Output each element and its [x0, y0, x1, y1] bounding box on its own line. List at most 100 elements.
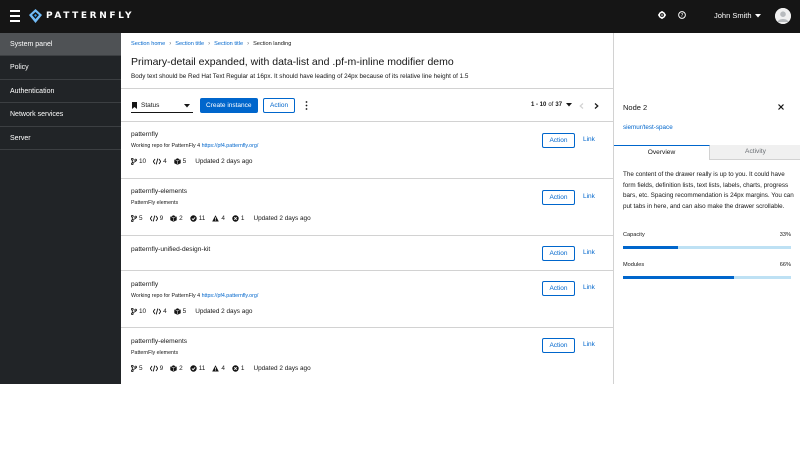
avatar[interactable] [775, 8, 791, 24]
data-list: patternfly Working repo for PatternFly 4… [121, 121, 613, 384]
status-select-label: Status [141, 101, 160, 109]
branch-count: 5 [139, 365, 143, 372]
cubes-icon [173, 308, 183, 315]
close-icon[interactable] [778, 104, 784, 110]
capacity-value: 33% [779, 232, 791, 238]
cubes-count: 2 [179, 365, 183, 372]
modules-progress-bar [623, 276, 791, 279]
error-count: 1 [240, 365, 245, 372]
gear-icon[interactable] [658, 11, 666, 19]
row-title: patternfly-elements [131, 338, 188, 345]
check-circle-icon [189, 215, 199, 222]
repo-link[interactable]: https://pf4.patternfly.org/ [202, 143, 259, 149]
row-action-button[interactable]: Action [542, 133, 575, 148]
tab-activity[interactable]: Activity [710, 145, 800, 160]
create-instance-button[interactable]: Create instance [200, 98, 258, 113]
prev-page-icon[interactable] [579, 103, 584, 109]
brand-logo[interactable]: PATTERNFLY [29, 9, 134, 23]
row-description: Working repo for PatternFly 4 https://pf… [131, 143, 259, 149]
row-link[interactable]: Link [583, 249, 595, 256]
row-link[interactable]: Link [583, 284, 595, 291]
divider [121, 88, 613, 89]
row-action-button[interactable]: Action [542, 338, 575, 353]
cubes-icon [170, 215, 179, 222]
drawer-tabs: Overview Activity [614, 145, 800, 160]
list-item[interactable]: patternfly-elements PatternFly elements … [121, 178, 613, 235]
list-item[interactable]: patternfly-elements PatternFly elements … [121, 327, 613, 384]
help-icon[interactable]: ? [678, 11, 686, 19]
code-icon [149, 215, 160, 222]
row-action-button[interactable]: Action [542, 190, 575, 205]
hamburger-icon[interactable] [10, 10, 20, 22]
main-content: Section home › Section title › Section t… [121, 33, 613, 384]
list-item[interactable]: patternfly Working repo for PatternFly 4… [121, 270, 613, 327]
drawer-title: Node 2 [623, 103, 648, 112]
pagination-total: 37 [555, 102, 563, 108]
filter-icon [132, 101, 137, 109]
check-count: 11 [198, 215, 206, 222]
row-meta: 5 9 2 11 4 1 Updated 2 days ago [131, 215, 311, 222]
capacity-progress-fill [623, 246, 679, 249]
row-description: PatternFly elements [131, 350, 179, 356]
warning-count: 4 [221, 215, 225, 222]
caret-down-icon[interactable] [755, 14, 761, 18]
drawer-body-text: The content of the drawer really is up t… [623, 171, 794, 210]
warning-count: 4 [221, 365, 225, 372]
breadcrumb-link[interactable]: Section title [175, 41, 204, 47]
row-meta: 10 4 5 Updated 2 days ago [131, 308, 252, 315]
pagination-range: 1 - 10 [531, 102, 547, 108]
chevron-right-icon: › [208, 41, 211, 47]
sidebar-item-network-services[interactable]: Network services [0, 103, 121, 127]
code-branch-icon [131, 365, 139, 372]
check-circle-icon [189, 365, 199, 372]
row-link[interactable]: Link [583, 193, 595, 200]
updated-text: Updated 2 days ago [195, 158, 253, 165]
sidebar-item-server[interactable]: Server [0, 127, 121, 150]
breadcrumb-current: Section landing [253, 41, 292, 47]
brand-name: PATTERNFLY [46, 11, 135, 21]
modules-label: Modules [623, 262, 645, 268]
warning-triangle-icon [212, 215, 221, 222]
branch-count: 10 [139, 158, 147, 165]
pagination[interactable]: 1 - 10 of 37 [531, 102, 573, 108]
sidebar-nav: System panel Policy Authentication Netwo… [0, 33, 121, 384]
patternfly-logo-icon [29, 9, 42, 23]
sidebar-item-system-panel[interactable]: System panel [0, 33, 121, 57]
code-icon [153, 158, 163, 165]
sidebar-item-policy[interactable]: Policy [0, 56, 121, 80]
kebab-menu-icon[interactable] [305, 101, 308, 110]
drawer-repo-link[interactable]: siemur/test-space [623, 124, 673, 131]
sidebar-item-authentication[interactable]: Authentication [0, 80, 121, 104]
cubes-icon [173, 158, 183, 165]
next-page-icon[interactable] [594, 103, 599, 109]
repo-link[interactable]: https://pf4.patternfly.org/ [202, 293, 259, 299]
error-count: 1 [240, 215, 245, 222]
modules-value: 66% [779, 262, 791, 268]
row-action-button[interactable]: Action [542, 281, 575, 296]
row-link[interactable]: Link [583, 341, 595, 348]
list-item[interactable]: patternfly Working repo for PatternFly 4… [121, 121, 613, 178]
svg-text:?: ? [681, 13, 684, 19]
cubes-icon [170, 365, 179, 372]
code-count: 9 [159, 365, 164, 372]
status-filter-select[interactable]: Status [131, 98, 193, 113]
code-count: 4 [163, 158, 167, 165]
row-action-button[interactable]: Action [542, 246, 575, 261]
tab-overview[interactable]: Overview [614, 145, 710, 160]
list-item[interactable]: patternfly-unified-design-kit Action Lin… [121, 235, 613, 270]
code-branch-icon [131, 308, 139, 315]
capacity-progress-bar [623, 246, 791, 249]
cubes-count: 5 [182, 308, 187, 315]
action-button[interactable]: Action [263, 98, 296, 113]
code-icon [149, 365, 160, 372]
capacity-label: Capacity [623, 232, 645, 238]
masthead: PATTERNFLY ? John Smith [0, 0, 800, 33]
row-description: PatternFly elements [131, 200, 179, 206]
user-name[interactable]: John Smith [714, 11, 752, 20]
code-branch-icon [131, 158, 139, 165]
row-link[interactable]: Link [583, 136, 595, 143]
error-circle-icon [232, 215, 241, 222]
branch-count: 5 [139, 215, 143, 222]
breadcrumb-link[interactable]: Section title [214, 41, 243, 47]
breadcrumb-link[interactable]: Section home [131, 41, 165, 47]
